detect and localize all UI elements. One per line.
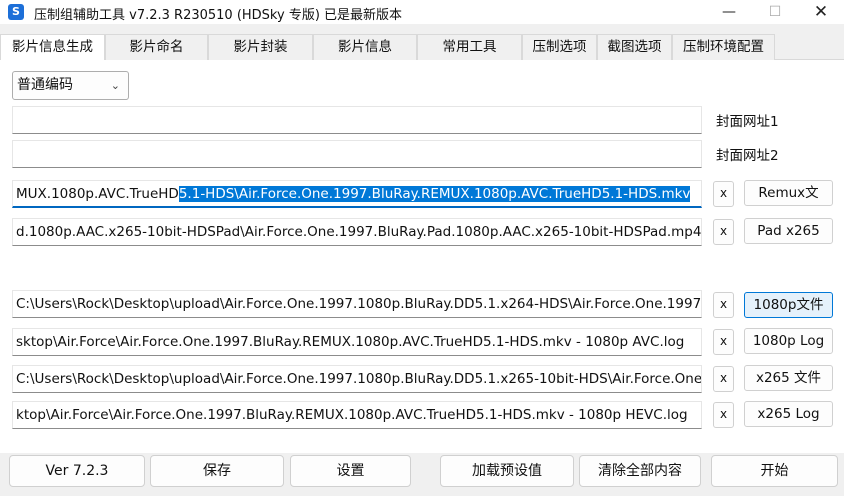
log-x265-input[interactable]: ktop\Air.Force\Air.Force.One.1997.BluRay…: [12, 401, 702, 429]
cover-url-1-input[interactable]: [12, 106, 702, 134]
encoding-mode-select[interactable]: 普通编码 ⌄: [12, 71, 129, 100]
remux-file-selection: 5.1-HDS\Air.Force.One.1997.BluRay.REMUX.…: [178, 186, 691, 202]
file-1080p-clear-button[interactable]: x: [713, 292, 734, 318]
remux-file-button[interactable]: Remux文: [744, 180, 833, 206]
log-1080p-input[interactable]: sktop\Air.Force\Air.Force.One.1997.BluRa…: [12, 328, 702, 356]
tab-naming[interactable]: 影片命名: [105, 34, 208, 60]
title-bar: S 压制组辅助工具 v7.2.3 R230510 (HDSky 专版) 已是最新…: [0, 0, 844, 24]
cover-url-2-label: 封面网址2: [716, 148, 779, 164]
log-x265-clear-button[interactable]: x: [713, 402, 734, 428]
file-1080p-button[interactable]: 1080p文件: [744, 292, 833, 318]
tab-common-tools[interactable]: 常用工具: [417, 34, 522, 60]
tab-bar: 影片信息生成 影片命名 影片封装 影片信息 常用工具 压制选项 截图选项 压制环…: [0, 34, 844, 61]
window-title: 压制组辅助工具 v7.2.3 R230510 (HDSky 专版) 已是最新版本: [34, 8, 403, 23]
settings-button[interactable]: 设置: [290, 455, 411, 487]
minimize-button[interactable]: —: [706, 0, 752, 24]
save-button[interactable]: 保存: [150, 455, 284, 487]
pad-file-input[interactable]: d.1080p.AAC.x265-10bit-HDSPad\Air.Force.…: [12, 218, 702, 246]
clear-all-button[interactable]: 清除全部内容: [579, 455, 701, 487]
tab-screenshot-options[interactable]: 截图选项: [597, 34, 672, 60]
file-x265-input[interactable]: C:\Users\Rock\Desktop\upload\Air.Force.O…: [12, 365, 702, 393]
pad-file-button[interactable]: Pad x265: [744, 218, 833, 244]
tab-info-generation[interactable]: 影片信息生成: [0, 34, 105, 61]
start-button[interactable]: 开始: [711, 455, 838, 487]
log-1080p-button[interactable]: 1080p Log: [744, 328, 833, 354]
log-1080p-clear-button[interactable]: x: [713, 329, 734, 355]
maximize-button[interactable]: ☐: [752, 0, 798, 24]
tab-encode-options[interactable]: 压制选项: [522, 34, 597, 60]
remux-file-text: MUX.1080p.AVC.TrueHD: [16, 186, 179, 202]
version-button[interactable]: Ver 7.2.3: [9, 455, 145, 487]
file-x265-button[interactable]: x265 文件: [744, 365, 833, 391]
encoding-mode-value: 普通编码: [17, 77, 73, 93]
chevron-down-icon: ⌄: [110, 79, 120, 92]
file-1080p-input[interactable]: C:\Users\Rock\Desktop\upload\Air.Force.O…: [12, 290, 702, 318]
remux-clear-button[interactable]: x: [713, 181, 734, 207]
tab-media-info[interactable]: 影片信息: [313, 34, 417, 60]
tab-encode-env[interactable]: 压制环境配置: [672, 34, 775, 60]
pad-clear-button[interactable]: x: [713, 219, 734, 245]
app-icon: S: [8, 4, 24, 20]
cover-url-1-label: 封面网址1: [716, 114, 779, 130]
remux-file-input[interactable]: MUX.1080p.AVC.TrueHD5.1-HDS\Air.Force.On…: [12, 180, 702, 208]
cover-url-2-input[interactable]: [12, 140, 702, 168]
close-button[interactable]: ✕: [798, 0, 844, 24]
file-x265-clear-button[interactable]: x: [713, 366, 734, 392]
load-presets-button[interactable]: 加载预设值: [440, 455, 574, 487]
log-x265-button[interactable]: x265 Log: [744, 401, 833, 427]
tab-muxing[interactable]: 影片封装: [208, 34, 313, 60]
